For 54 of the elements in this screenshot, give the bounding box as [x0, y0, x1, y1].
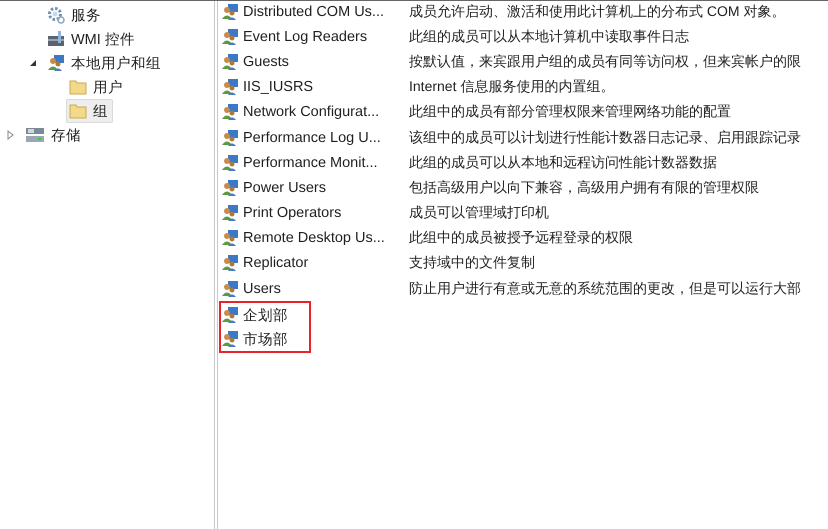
folder-icon: [69, 79, 87, 95]
group-icon: [221, 52, 239, 71]
tree-item[interactable]: 本地用户和组: [44, 51, 166, 75]
group-description: 此组的成员可以从本地和远程访问性能计数器数据: [409, 154, 717, 172]
group-icon: [221, 103, 239, 122]
storage-icon: [25, 126, 45, 144]
group-icon: [221, 254, 239, 272]
group-description: 防止用户进行有意或无意的系统范围的更改，但是可以运行大部: [409, 280, 801, 298]
group-list-item[interactable]: Remote Desktop Us...: [221, 229, 409, 248]
group-description: Internet 信息服务使用的内置组。: [409, 78, 614, 96]
group-description: 按默认值，来宾跟用户组的成员有同等访问权，但来宾帐户的限: [409, 52, 801, 71]
tree-item[interactable]: 服务: [44, 3, 106, 27]
group-icon: [221, 28, 239, 46]
group-list-item[interactable]: Guests: [221, 52, 409, 71]
group-description: 成员允许启动、激活和使用此计算机上的分布式 COM 对象。: [409, 2, 786, 21]
group-icon: [221, 2, 239, 21]
group-list-item[interactable]: Distributed COM Us...: [221, 2, 409, 21]
group-description: 该组中的成员可以计划进行性能计数器日志记录、启用跟踪记录: [409, 128, 801, 147]
group-description: 支持域中的文件复制: [409, 254, 535, 272]
group-list-item[interactable]: Performance Monit...: [221, 154, 409, 172]
folder-icon: [69, 103, 87, 119]
tree-item[interactable]: 存储: [22, 123, 86, 147]
group-icon: [221, 330, 239, 348]
group-description: 此组中的成员有部分管理权限来管理网络功能的配置: [409, 103, 731, 122]
toolbox-icon: [47, 30, 65, 48]
group-icon: [221, 78, 239, 96]
group-list-item[interactable]: IIS_IUSRS: [221, 78, 409, 96]
group-list-item[interactable]: 市场部: [221, 330, 409, 349]
group-icon: [221, 128, 239, 147]
users-icon: [47, 54, 65, 72]
gear-icon: [47, 6, 65, 24]
group-list-item[interactable]: 企划部: [221, 306, 409, 325]
group-list-item[interactable]: Users: [221, 280, 409, 298]
group-list-item[interactable]: Print Operators: [221, 204, 409, 222]
group-icon: [221, 280, 239, 298]
group-icon: [221, 154, 239, 172]
collapsed-arrow-icon[interactable]: [7, 130, 15, 140]
group-list-item[interactable]: Network Configurat...: [221, 103, 409, 122]
group-icon: [221, 204, 239, 222]
group-list-item[interactable]: Event Log Readers: [221, 28, 409, 46]
tree-item[interactable]: 组: [66, 99, 113, 123]
tree-item[interactable]: 用户: [66, 75, 128, 99]
expanded-arrow-icon[interactable]: [29, 59, 37, 67]
tree-item[interactable]: WMI 控件: [44, 27, 140, 51]
group-list-item[interactable]: Performance Log U...: [221, 128, 409, 147]
group-description: 此组中的成员被授予远程登录的权限: [409, 229, 633, 248]
group-description: 成员可以管理域打印机: [409, 204, 549, 222]
group-list-item[interactable]: Power Users: [221, 178, 409, 197]
group-icon: [221, 178, 239, 197]
group-icon: [221, 306, 239, 324]
group-list-item[interactable]: Replicator: [221, 254, 409, 272]
group-description: 包括高级用户以向下兼容，高级用户拥有有限的管理权限: [409, 178, 759, 197]
group-description: 此组的成员可以从本地计算机中读取事件日志: [409, 28, 689, 46]
group-icon: [221, 229, 239, 248]
